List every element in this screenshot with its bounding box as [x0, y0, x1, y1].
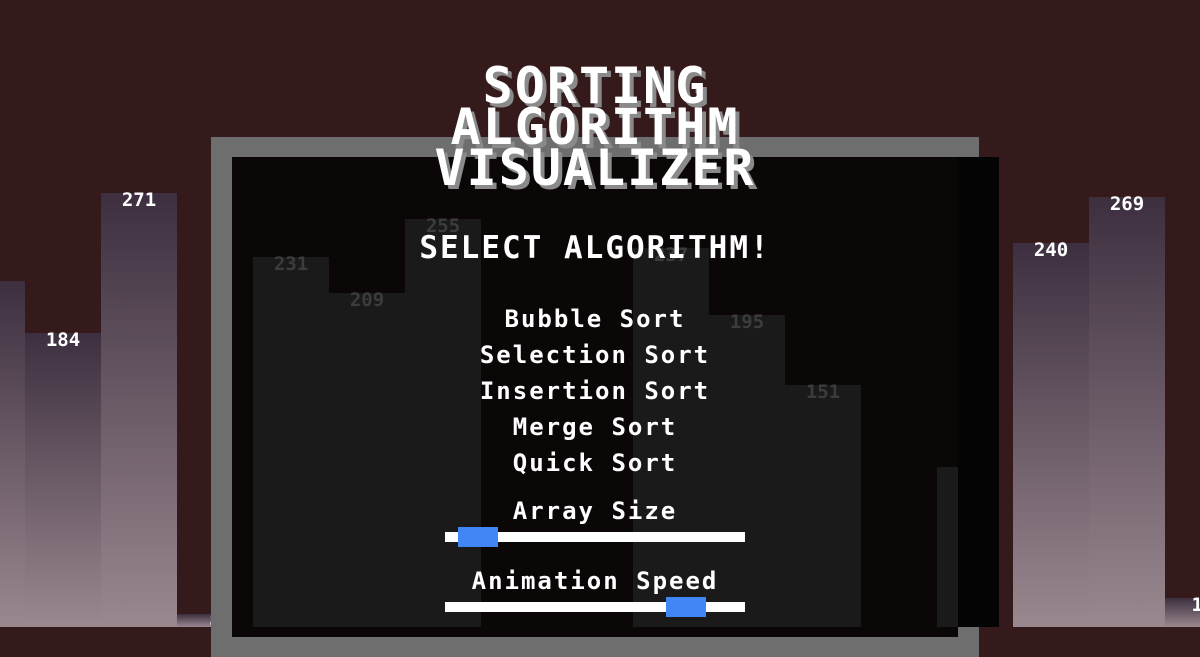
- array-size-label: Array Size: [512, 497, 678, 525]
- game-title: SORTING ALGORITHM VISUALIZER: [0, 61, 1190, 197]
- animation-speed-slider[interactable]: [445, 597, 745, 617]
- title-line: VISUALIZER: [434, 139, 756, 197]
- select-algorithm-heading: SELECT ALGORITHM!: [419, 230, 771, 266]
- animation-speed-label: Animation Speed: [471, 567, 719, 595]
- quick-sort-button[interactable]: Quick Sort: [0, 449, 1190, 477]
- value-bar-label: 6: [0, 277, 25, 299]
- value-bar-label: 271: [121, 189, 157, 212]
- bubble-sort-button[interactable]: Bubble Sort: [0, 305, 1190, 333]
- animation-speed-slider-thumb[interactable]: [666, 597, 706, 617]
- value-bar-label: 269: [1109, 192, 1145, 215]
- merge-sort-button[interactable]: Merge Sort: [0, 413, 1190, 441]
- insertion-sort-button[interactable]: Insertion Sort: [0, 377, 1190, 405]
- array-size-slider-thumb[interactable]: [458, 527, 498, 547]
- selection-sort-button[interactable]: Selection Sort: [0, 341, 1190, 369]
- array-size-slider[interactable]: [445, 527, 745, 547]
- value-bar-label: 18: [1191, 594, 1200, 617]
